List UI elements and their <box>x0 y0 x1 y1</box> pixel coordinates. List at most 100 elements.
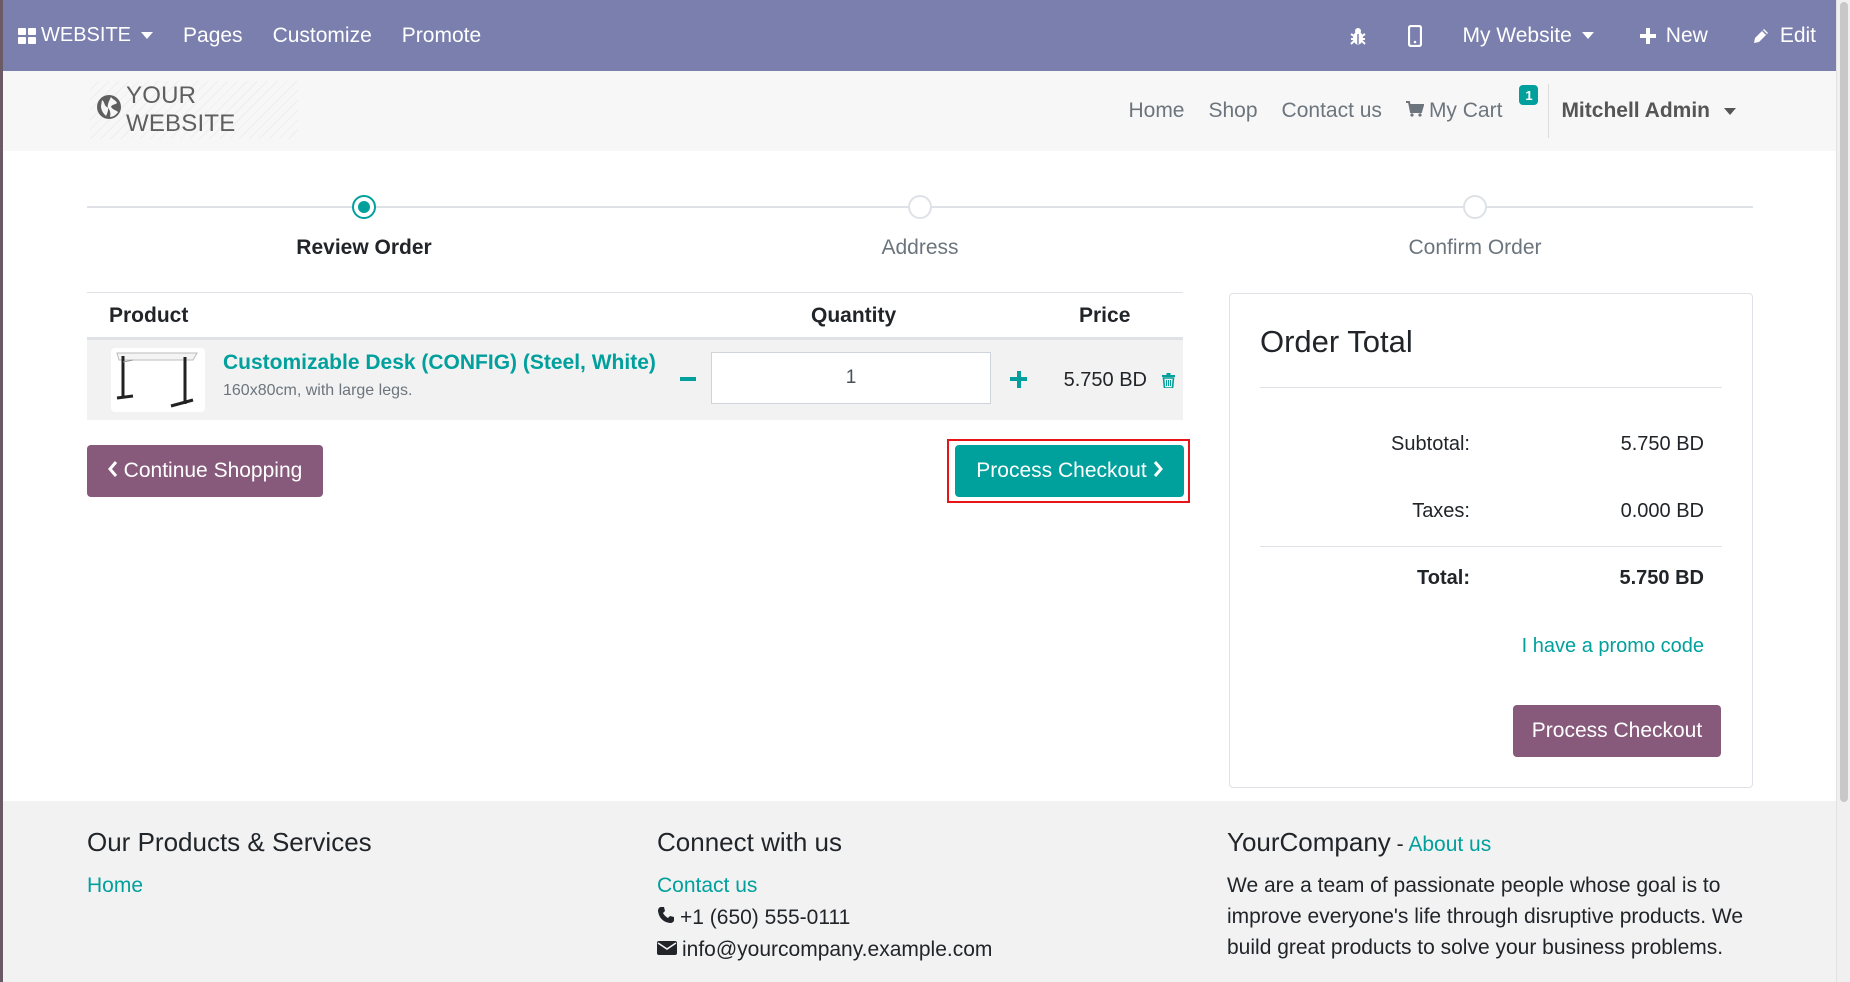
product-description: 160x80cm, with large legs. <box>223 382 413 399</box>
pencil-icon <box>1752 27 1770 45</box>
website-selector[interactable]: My Website <box>1442 0 1617 71</box>
footer-products-title: Our Products & Services <box>87 827 372 857</box>
footer-about-link[interactable]: About us <box>1408 833 1491 856</box>
edit-button[interactable]: Edit <box>1730 0 1836 71</box>
mobile-icon <box>1408 24 1423 47</box>
user-name: Mitchell Admin <box>1561 99 1710 122</box>
logo-text: YOUR WEBSITE <box>126 82 236 137</box>
nav-divider <box>1548 84 1550 138</box>
footer-about-text: We are a team of passionate people whose… <box>1227 874 1744 959</box>
nav-my-cart[interactable]: My Cart 1 <box>1394 85 1541 123</box>
process-checkout-button[interactable]: Process Checkout <box>955 445 1184 497</box>
menu-promote[interactable]: Promote <box>387 0 496 71</box>
footer-email: info@yourcompany.example.com <box>657 938 992 962</box>
order-total-title: Order Total <box>1260 324 1413 359</box>
cart-table: Product Quantity Price Customizable Desk… <box>87 292 1183 420</box>
taxes-label: Taxes: <box>1412 500 1470 522</box>
checkout-progress-wizard: Review Order Address Confirm Order <box>87 193 1753 263</box>
column-header-product: Product <box>109 304 189 327</box>
admin-topbar: WEBSITE Pages Customize Promote My Websi… <box>0 0 1836 71</box>
new-label: New <box>1665 23 1708 47</box>
website-menu[interactable]: WEBSITE <box>0 0 168 71</box>
step-active-dot-icon <box>352 195 376 219</box>
globe-icon <box>90 94 126 127</box>
menu-pages[interactable]: Pages <box>168 0 258 71</box>
window-left-edge <box>0 0 3 982</box>
subtotal-label: Subtotal: <box>1391 433 1470 455</box>
taxes-value: 0.000 BD <box>1620 500 1704 522</box>
chevron-down-icon <box>1724 107 1736 115</box>
cart-table-header: Product Quantity Price <box>87 292 1183 340</box>
column-header-quantity: Quantity <box>811 304 897 327</box>
chevron-down-icon <box>141 32 154 39</box>
footer-products-column: Our Products & Services Home <box>87 827 372 898</box>
promo-code-link[interactable]: I have a promo code <box>1522 635 1704 658</box>
debug-button[interactable] <box>1328 0 1388 71</box>
quantity-decrease-button[interactable] <box>671 362 705 396</box>
chevron-right-icon <box>1153 459 1163 483</box>
divider <box>1260 387 1722 388</box>
wizard-step-label: Address <box>881 236 959 259</box>
footer-connect-column: Connect with us Contact us +1 (650) 555-… <box>657 827 992 962</box>
quantity-increase-button[interactable] <box>1001 362 1035 396</box>
column-header-price: Price <box>1079 304 1131 327</box>
process-checkout-label: Process Checkout <box>976 459 1147 482</box>
cart-label: My Cart <box>1428 99 1503 122</box>
footer-about-column: YourCompany - About us We are a team of … <box>1227 827 1747 963</box>
main-navigation: Home Shop Contact us My Cart 1 Mitchell … <box>1116 71 1836 151</box>
order-total-process-checkout-button[interactable]: Process Checkout <box>1513 705 1721 757</box>
nav-shop[interactable]: Shop <box>1197 99 1270 123</box>
title-separator: - <box>1390 833 1409 856</box>
wizard-step-address: Address <box>770 193 1070 260</box>
user-menu[interactable]: Mitchell Admin <box>1561 99 1836 123</box>
total-label: Total: <box>1417 567 1470 589</box>
footer-home-link[interactable]: Home <box>87 874 372 898</box>
wizard-step-confirm-order: Confirm Order <box>1325 193 1625 260</box>
remove-line-button[interactable] <box>1162 373 1175 393</box>
total-value: 5.750 BD <box>1619 567 1705 589</box>
nav-contact-us[interactable]: Contact us <box>1270 99 1394 123</box>
product-name-link[interactable]: Customizable Desk (CONFIG) (Steel, White… <box>223 351 656 375</box>
cart-count-badge: 1 <box>1519 85 1539 105</box>
continue-shopping-button[interactable]: Continue Shopping <box>87 445 323 497</box>
plus-icon <box>1639 27 1656 44</box>
phone-icon <box>657 906 680 930</box>
cart-line: Customizable Desk (CONFIG) (Steel, White… <box>87 340 1183 420</box>
wizard-step-label: Confirm Order <box>1408 236 1542 259</box>
wizard-step-label: Review Order <box>296 236 432 259</box>
continue-shopping-label: Continue Shopping <box>123 459 303 482</box>
mobile-preview-button[interactable] <box>1388 0 1442 71</box>
line-price: 5.750 BD <box>1063 369 1147 391</box>
quantity-input[interactable] <box>711 352 991 404</box>
wizard-step-review-order: Review Order <box>214 193 514 260</box>
website-menu-label: WEBSITE <box>41 24 132 46</box>
divider <box>1260 546 1722 547</box>
footer-contact-link[interactable]: Contact us <box>657 874 992 898</box>
footer-phone: +1 (650) 555-0111 <box>657 906 992 930</box>
bug-icon <box>1348 26 1368 46</box>
product-image[interactable] <box>111 348 205 412</box>
step-dot-icon <box>908 195 932 219</box>
site-header: YOUR WEBSITE Home Shop Contact us My Car… <box>3 71 1836 151</box>
footer-connect-title: Connect with us <box>657 827 842 857</box>
shopping-cart-icon <box>1405 99 1425 123</box>
site-footer: Our Products & Services Home Connect wit… <box>3 801 1836 982</box>
trash-icon <box>1162 373 1175 392</box>
footer-phone-number: +1 (650) 555-0111 <box>680 906 851 929</box>
site-logo[interactable]: YOUR WEBSITE <box>90 81 298 139</box>
envelope-icon <box>657 938 682 962</box>
vertical-scrollbar[interactable] <box>1836 0 1850 982</box>
website-selector-label: My Website <box>1462 23 1572 47</box>
nav-home[interactable]: Home <box>1116 99 1196 123</box>
order-total-card: Order Total Subtotal: 5.750 BD Taxes: 0.… <box>1229 293 1753 788</box>
subtotal-value: 5.750 BD <box>1620 433 1704 455</box>
step-dot-icon <box>1463 195 1487 219</box>
apps-grid-icon <box>18 27 36 44</box>
company-name: YourCompany <box>1227 827 1391 857</box>
scrollbar-thumb[interactable] <box>1840 2 1848 802</box>
new-button[interactable]: New <box>1618 0 1730 71</box>
chevron-down-icon <box>1581 32 1594 39</box>
footer-email-address: info@yourcompany.example.com <box>682 938 993 961</box>
menu-customize[interactable]: Customize <box>258 0 387 71</box>
chevron-left-icon <box>107 459 118 483</box>
